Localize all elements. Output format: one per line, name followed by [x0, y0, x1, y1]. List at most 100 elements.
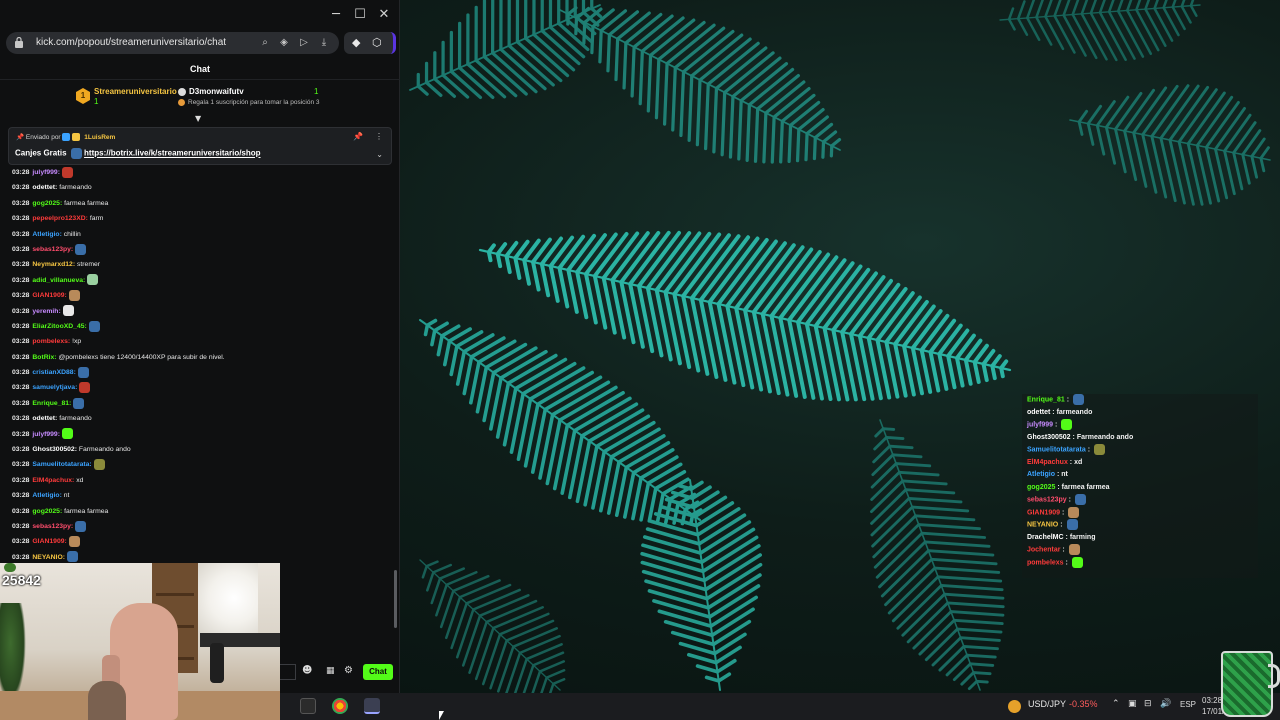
message-username[interactable]: gog2025: — [32, 200, 62, 207]
message-username[interactable]: pepeelpro123XD: — [32, 215, 88, 222]
message-username[interactable]: Atletigio: — [32, 231, 61, 238]
overlay-message: Ghost300502 : Farmeando ando — [1027, 433, 1134, 441]
address-bar[interactable]: kick.com/popout/streameruniversitario/ch… — [6, 32, 339, 54]
volume-icon[interactable]: 🔊 — [1160, 699, 1171, 709]
app-icon[interactable] — [300, 698, 316, 714]
chrome-icon[interactable] — [332, 698, 348, 714]
pinned-link[interactable]: https://botrix.live/k/streameruniversita… — [84, 149, 261, 158]
stream-chat-overlay: Enrique_81 : odettet : farmeando julyf999… — [1022, 394, 1258, 578]
url-text[interactable]: kick.com/popout/streameruniversitario/ch… — [36, 37, 226, 48]
message-time: 03:28 — [12, 553, 30, 561]
overlay-text: xd — [1074, 458, 1083, 466]
message-username[interactable]: sebas123py: — [32, 523, 73, 530]
collapse-chevron-icon[interactable]: ▼ — [195, 114, 201, 123]
message-username[interactable]: Neymarxd12: — [32, 261, 75, 268]
shield-icon[interactable]: ◈ — [278, 37, 290, 49]
message-username[interactable]: adid_villanueva: — [32, 277, 85, 284]
message-username[interactable]: NEYANIO: — [32, 554, 65, 561]
message-time: 03:28 — [12, 261, 30, 269]
pinned-sender: 📌 Enviado por 1LuisRem — [16, 133, 115, 142]
network-icon[interactable]: ⊟ — [1144, 699, 1152, 709]
search-icon[interactable]: ⌕ — [259, 37, 271, 49]
download-icon[interactable]: ⤓ — [318, 37, 330, 49]
message-username[interactable]: julyf999: — [32, 169, 60, 176]
pin-icon[interactable]: 📌 — [353, 132, 363, 141]
chat-message: 03:28 Neymarxd12: stremer — [12, 257, 387, 272]
minimize-icon[interactable]: ─ — [326, 6, 346, 24]
message-username[interactable]: cristianXD88: — [32, 369, 75, 376]
message-username[interactable]: gog2025: — [32, 508, 62, 515]
message-username[interactable]: ElM4pachux: — [32, 477, 74, 484]
chat-input[interactable] — [280, 664, 296, 680]
overlay-message: odettet : farmeando — [1027, 408, 1093, 416]
rank-badge: 1 — [76, 88, 90, 104]
message-time: 03:28 — [12, 307, 30, 315]
chat-message: 03:28 sebas123py: — [12, 519, 387, 534]
chat-message: 03:28 pombelexs: !xp — [12, 334, 387, 349]
message-username[interactable]: yeremih: — [32, 308, 60, 315]
overlay-message: Atletigio : nt — [1027, 471, 1068, 478]
message-username[interactable]: EliarZitooXD_45: — [32, 323, 86, 330]
extension-diamond-icon[interactable]: ◆ — [352, 36, 360, 49]
tray-chevron-icon[interactable]: ⌃ — [1112, 699, 1120, 709]
message-username[interactable]: julyf999: — [32, 431, 60, 438]
chat-footer: ☻ ▦ ⚙ Chat — [280, 660, 400, 684]
message-username[interactable]: GIAN1909: — [32, 538, 66, 545]
chat-message: 03:28 cristianXD88: — [12, 365, 387, 380]
chat-message: 03:28 Ghost300502: Farmeando ando — [12, 442, 387, 457]
fern-frond — [1069, 84, 1271, 206]
chat-send-button[interactable]: Chat — [363, 664, 393, 680]
message-text: stremer — [76, 261, 101, 269]
calendar-icon[interactable]: ▦ — [326, 666, 335, 676]
currency-ticker[interactable]: USD/JPY — [1028, 699, 1066, 709]
overlay-message: DrachelMC : farming — [1027, 533, 1096, 541]
fern-frond — [999, 0, 1201, 62]
message-username[interactable]: odettet: — [32, 415, 57, 422]
message-text: xd — [76, 476, 84, 484]
settings-gear-icon[interactable]: ⚙ — [344, 665, 353, 676]
message-text: chillin — [63, 230, 81, 238]
pinned-sender-name[interactable]: 1LuisRem — [84, 134, 115, 141]
overlay-username: Jochentar — [1027, 546, 1061, 554]
badge-icon — [72, 133, 81, 142]
message-username[interactable]: Samuelitotatarata: — [32, 461, 91, 468]
message-username[interactable]: Ghost300502: — [32, 446, 77, 453]
tray-app-icon[interactable]: ▣ — [1128, 699, 1137, 709]
emoji-icon[interactable]: ☻ — [302, 665, 312, 676]
message-username[interactable]: sebas123py: — [32, 246, 73, 253]
message-username[interactable]: GIAN1909: — [32, 292, 66, 299]
chat-scrollbar[interactable] — [394, 570, 397, 628]
currency-change: -0.35% — [1069, 699, 1098, 709]
expand-chevron-icon[interactable]: ⌄ — [376, 150, 383, 159]
ring-light — [198, 563, 258, 633]
maximize-icon[interactable]: ☐ — [350, 6, 370, 24]
window-app-icon[interactable] — [364, 698, 380, 714]
extension-cube-icon[interactable]: ⬡ — [372, 36, 382, 49]
language-indicator[interactable]: ESP — [1180, 700, 1196, 709]
message-time: 03:28 — [12, 476, 30, 484]
message-username[interactable]: Atletigio: — [32, 492, 61, 499]
sub-leaderboard: 1 Streameruniversitario 1 D3monwaifutv R… — [0, 81, 400, 113]
microphone — [210, 643, 224, 683]
emote-icon — [1061, 419, 1073, 430]
more-options-icon[interactable]: ⋮ — [375, 132, 383, 141]
message-username[interactable]: samuelytjava: — [32, 384, 77, 391]
title-bar: ─ ☐ ✕ — [0, 0, 399, 30]
overlay-username: sebas123py — [1027, 496, 1067, 504]
chat-message: 03:28 NEYANIO: — [12, 550, 387, 563]
taskbar: USD/JPY -0.35% ⌃ ▣ ⊟ 🔊 ESP 03:28 17/01/ — [280, 693, 1280, 720]
close-icon[interactable]: ✕ — [374, 6, 394, 24]
play-icon[interactable]: ▷ — [298, 37, 310, 49]
message-time: 03:28 — [12, 230, 30, 238]
emote-icon — [79, 382, 91, 394]
overlay-message: GIAN1909 : — [1022, 506, 1258, 520]
leaderboard-second-name[interactable]: D3monwaifutv — [189, 87, 244, 96]
leaderboard-first-name[interactable]: Streameruniversitario — [94, 87, 177, 96]
message-username[interactable]: BotRix: — [32, 354, 56, 361]
emote-icon — [68, 289, 80, 301]
chat-message: 03:28 Samuelitotatarata: — [12, 457, 387, 472]
message-username[interactable]: odettet: — [32, 184, 57, 191]
message-username[interactable]: pombelexs: — [32, 338, 70, 345]
message-username[interactable]: Enrique_81: — [32, 400, 71, 407]
message-time: 03:28 — [12, 276, 30, 284]
